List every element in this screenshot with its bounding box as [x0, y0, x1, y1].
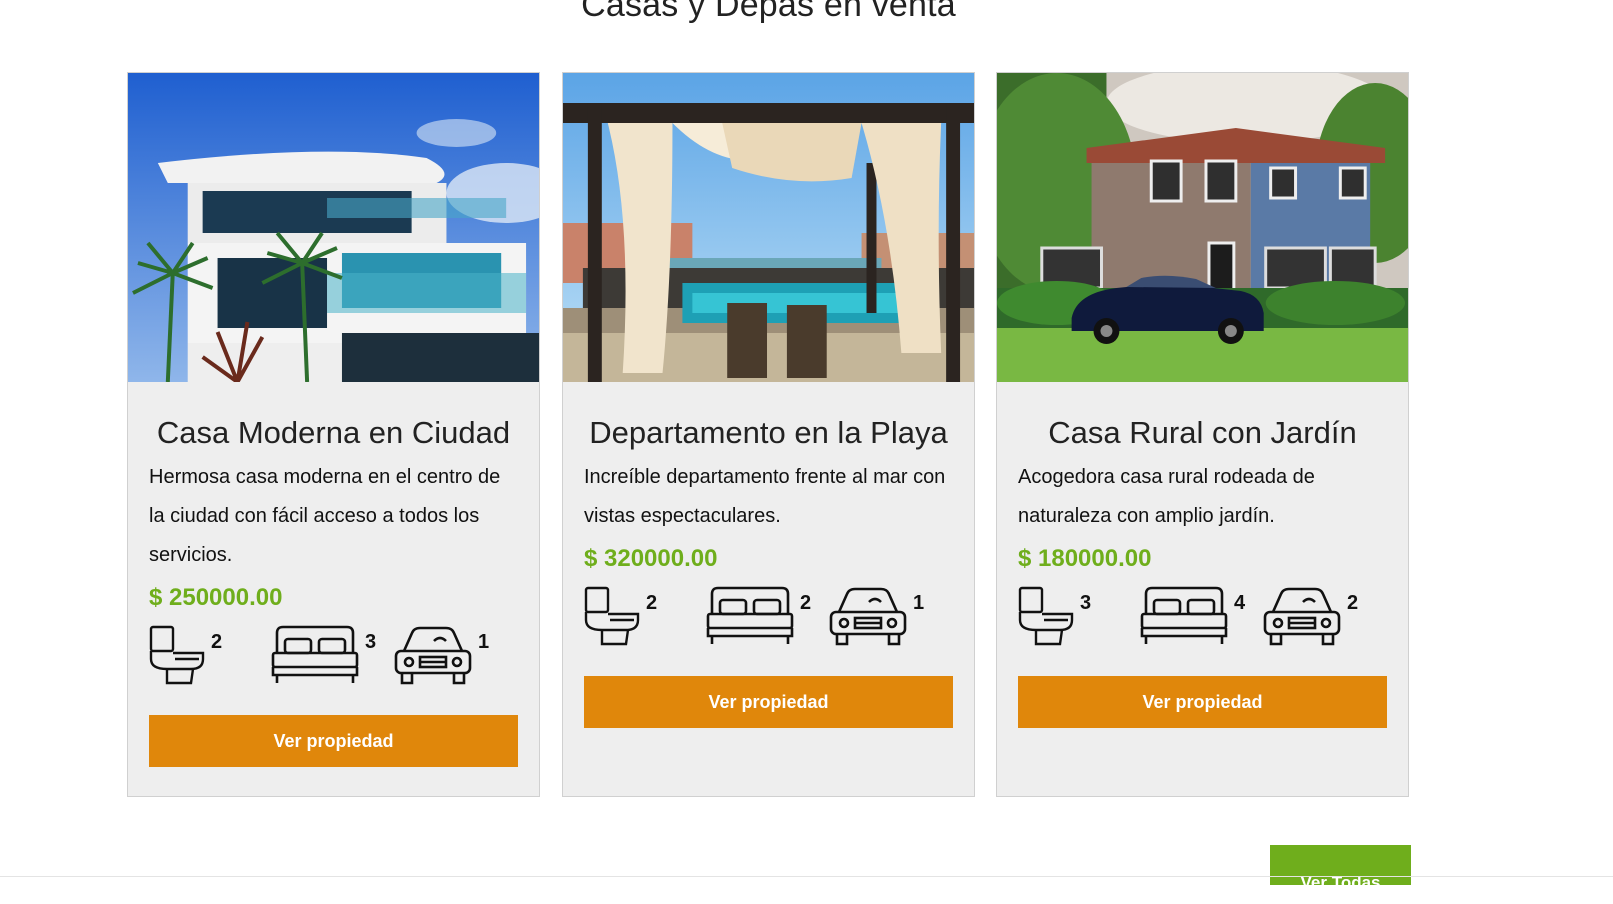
view-all-label: Ver Todas [1300, 873, 1381, 885]
property-card: Casa Rural con Jardín Acogedora casa rur… [996, 72, 1409, 797]
property-card: Departamento en la Playa Increíble depar… [562, 72, 975, 797]
property-price: $ 180000.00 [1018, 545, 1152, 572]
car-icon [1263, 587, 1341, 646]
property-title: Casa Rural con Jardín [1048, 415, 1357, 450]
car-icon [829, 587, 907, 646]
property-image-modern-house [128, 73, 539, 382]
bed-icon [706, 586, 794, 644]
property-card: Casa Moderna en Ciudad Hermosa casa mode… [127, 72, 540, 797]
property-image-beach-apartment [563, 73, 974, 382]
bathrooms-amenity: 2 [584, 586, 657, 646]
amenities: 2 3 1 [149, 625, 518, 689]
toilet-icon [149, 625, 205, 685]
toilet-icon [1018, 586, 1074, 646]
section-title: Casas y Depas en venta [581, 0, 956, 24]
view-property-button[interactable]: Ver propiedad [1018, 676, 1387, 728]
property-title: Casa Moderna en Ciudad [156, 415, 511, 450]
parking-amenity: 1 [829, 586, 924, 646]
bedrooms-amenity: 3 [271, 625, 376, 685]
view-property-button[interactable]: Ver propiedad [584, 676, 953, 728]
parking-count: 1 [913, 592, 925, 614]
bathrooms-count: 3 [1080, 592, 1092, 614]
bathrooms-count: 2 [646, 592, 658, 614]
property-description: Increíble departamento frente al mar con… [584, 466, 946, 527]
divider [0, 876, 1613, 877]
bedrooms-count: 2 [800, 592, 812, 614]
amenities: 2 2 1 [584, 586, 953, 650]
parking-count: 1 [478, 631, 490, 653]
toilet-icon [584, 586, 640, 646]
page: Casas y Depas en venta Casa Moderna en C… [0, 0, 1613, 904]
property-price: $ 250000.00 [149, 584, 283, 611]
property-description: Acogedora casa rural rodeada de naturale… [1018, 466, 1315, 527]
bedrooms-amenity: 2 [706, 586, 811, 646]
property-image-rural-house [997, 73, 1408, 382]
property-title: Departamento en la Playa [589, 415, 948, 450]
property-description: Hermosa casa moderna en el centro de la … [149, 466, 501, 566]
bedrooms-count: 3 [365, 631, 377, 653]
parking-count: 2 [1347, 592, 1359, 614]
bed-icon [1140, 586, 1228, 644]
bathrooms-amenity: 3 [1018, 586, 1091, 646]
bedrooms-count: 4 [1234, 592, 1246, 614]
parking-amenity: 1 [394, 625, 489, 685]
bedrooms-amenity: 4 [1140, 586, 1245, 646]
parking-amenity: 2 [1263, 586, 1358, 646]
view-all-button[interactable]: Ver Todas [1270, 845, 1411, 885]
bathrooms-amenity: 2 [149, 625, 222, 685]
bed-icon [271, 625, 359, 683]
bathrooms-count: 2 [211, 631, 223, 653]
amenities: 3 4 2 [1018, 586, 1387, 650]
view-property-button[interactable]: Ver propiedad [149, 715, 518, 767]
car-icon [394, 626, 472, 685]
property-price: $ 320000.00 [584, 545, 718, 572]
